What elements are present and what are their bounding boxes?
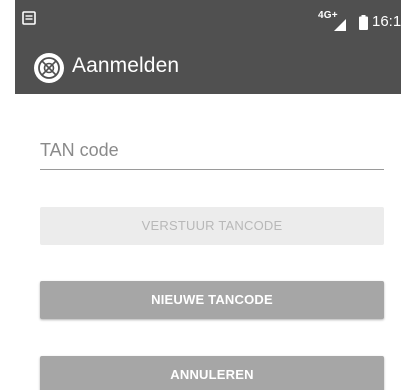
app-bar: Aanmelden xyxy=(15,38,401,94)
tan-code-placeholder: TAN code xyxy=(40,140,119,160)
cancel-button[interactable]: ANNULEREN xyxy=(40,356,384,390)
tan-code-underline xyxy=(40,169,384,170)
target-circle-icon xyxy=(34,53,64,83)
signal-icon xyxy=(334,19,346,31)
screen: 4G+ 16:10 Aanmelden TAN code VERSTUUR TA… xyxy=(15,0,401,390)
tan-code-input[interactable]: TAN code xyxy=(40,136,384,172)
status-bar: 4G+ 16:10 xyxy=(15,0,401,38)
new-tancode-button[interactable]: NIEUWE TANCODE xyxy=(40,281,384,319)
clock: 16:10 xyxy=(372,13,401,30)
notification-icon xyxy=(22,11,36,25)
battery-icon xyxy=(359,15,368,30)
page-title: Aanmelden xyxy=(72,54,180,77)
send-tancode-button[interactable]: VERSTUUR TANCODE xyxy=(40,207,384,245)
